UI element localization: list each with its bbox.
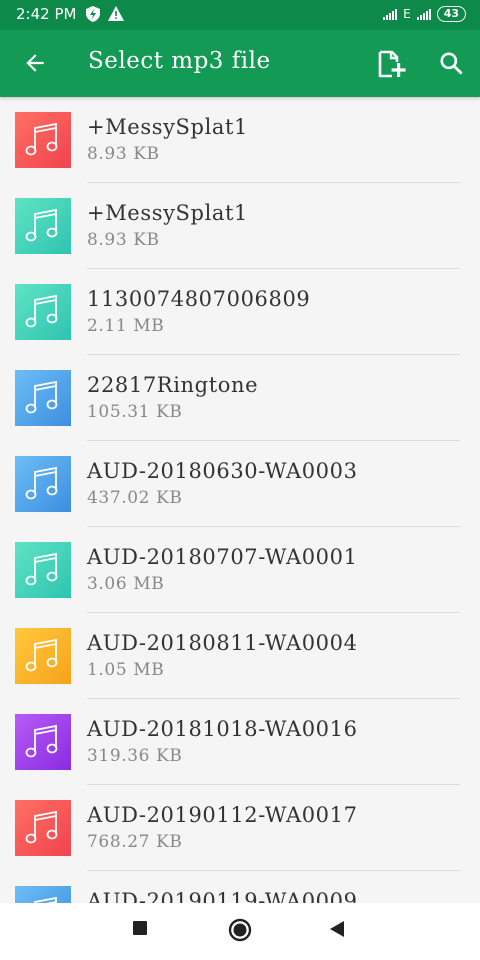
battery-icon: 43 <box>436 6 466 22</box>
status-bar: 2:42 PM E 43 <box>0 0 480 30</box>
back-arrow-icon[interactable] <box>22 50 48 76</box>
status-notification-icons <box>86 6 124 22</box>
file-row[interactable]: AUD-20190119-WA0009 <box>0 871 480 903</box>
signal-icon <box>383 8 398 20</box>
file-size: 8.93 KB <box>87 144 160 164</box>
music-note-icon <box>15 370 71 426</box>
file-size: 768.27 KB <box>87 832 183 852</box>
file-name: AUD-20180811-WA0004 <box>87 631 358 655</box>
recents-button-icon[interactable] <box>132 920 148 936</box>
file-size: 1.05 MB <box>87 660 165 680</box>
music-note-icon <box>15 886 71 903</box>
music-note-icon <box>15 628 71 684</box>
status-time: 2:42 PM <box>16 5 77 23</box>
shield-bolt-icon <box>86 6 100 22</box>
file-size: 319.36 KB <box>87 746 183 766</box>
file-row[interactable]: AUD-20180630-WA0003 437.02 KB <box>0 441 480 527</box>
music-note-icon <box>15 542 71 598</box>
file-name: AUD-20180707-WA0001 <box>87 545 358 569</box>
search-icon[interactable] <box>438 50 464 76</box>
file-row[interactable]: +MessySplat1 8.93 KB <box>0 97 480 183</box>
status-system-icons: E 43 <box>383 6 466 22</box>
file-name: AUD-20190112-WA0017 <box>87 803 358 827</box>
file-row[interactable]: 22817Ringtone 105.31 KB <box>0 355 480 441</box>
file-size: 3.06 MB <box>87 574 165 594</box>
file-name: +MessySplat1 <box>87 115 249 139</box>
back-button-icon[interactable] <box>329 920 345 938</box>
file-size: 437.02 KB <box>87 488 183 508</box>
add-file-icon[interactable] <box>376 49 406 79</box>
file-name: +MessySplat1 <box>87 201 249 225</box>
file-row[interactable]: AUD-20180707-WA0001 3.06 MB <box>0 527 480 613</box>
music-note-icon <box>15 284 71 340</box>
home-button-icon[interactable] <box>228 918 252 942</box>
music-note-icon <box>15 714 71 770</box>
music-note-icon <box>15 456 71 512</box>
file-list[interactable]: +MessySplat1 8.93 KB +MessySplat1 8.93 KB 11… <box>0 97 480 903</box>
file-row[interactable]: AUD-20180811-WA0004 1.05 MB <box>0 613 480 699</box>
music-note-icon <box>15 198 71 254</box>
file-size: 8.93 KB <box>87 230 160 250</box>
navigation-bar <box>0 903 480 960</box>
file-name: 1130074807006809 <box>87 287 311 311</box>
file-name: AUD-20180630-WA0003 <box>87 459 358 483</box>
file-size: 2.11 MB <box>87 316 165 336</box>
file-row[interactable]: AUD-20181018-WA0016 319.36 KB <box>0 699 480 785</box>
file-row[interactable]: +MessySplat1 8.93 KB <box>0 183 480 269</box>
page-title: Select mp3 file <box>88 48 271 74</box>
warning-icon <box>108 6 124 21</box>
file-name: AUD-20181018-WA0016 <box>87 717 358 741</box>
file-row[interactable]: AUD-20190112-WA0017 768.27 KB <box>0 785 480 871</box>
signal-icon-2 <box>416 8 431 20</box>
music-note-icon <box>15 800 71 856</box>
app-bar: Select mp3 file <box>0 30 480 97</box>
file-name: 22817Ringtone <box>87 373 259 397</box>
music-note-icon <box>15 112 71 168</box>
file-row[interactable]: 1130074807006809 2.11 MB <box>0 269 480 355</box>
file-size: 105.31 KB <box>87 402 183 422</box>
network-type: E <box>403 7 411 21</box>
file-name: AUD-20190119-WA0009 <box>87 889 358 903</box>
